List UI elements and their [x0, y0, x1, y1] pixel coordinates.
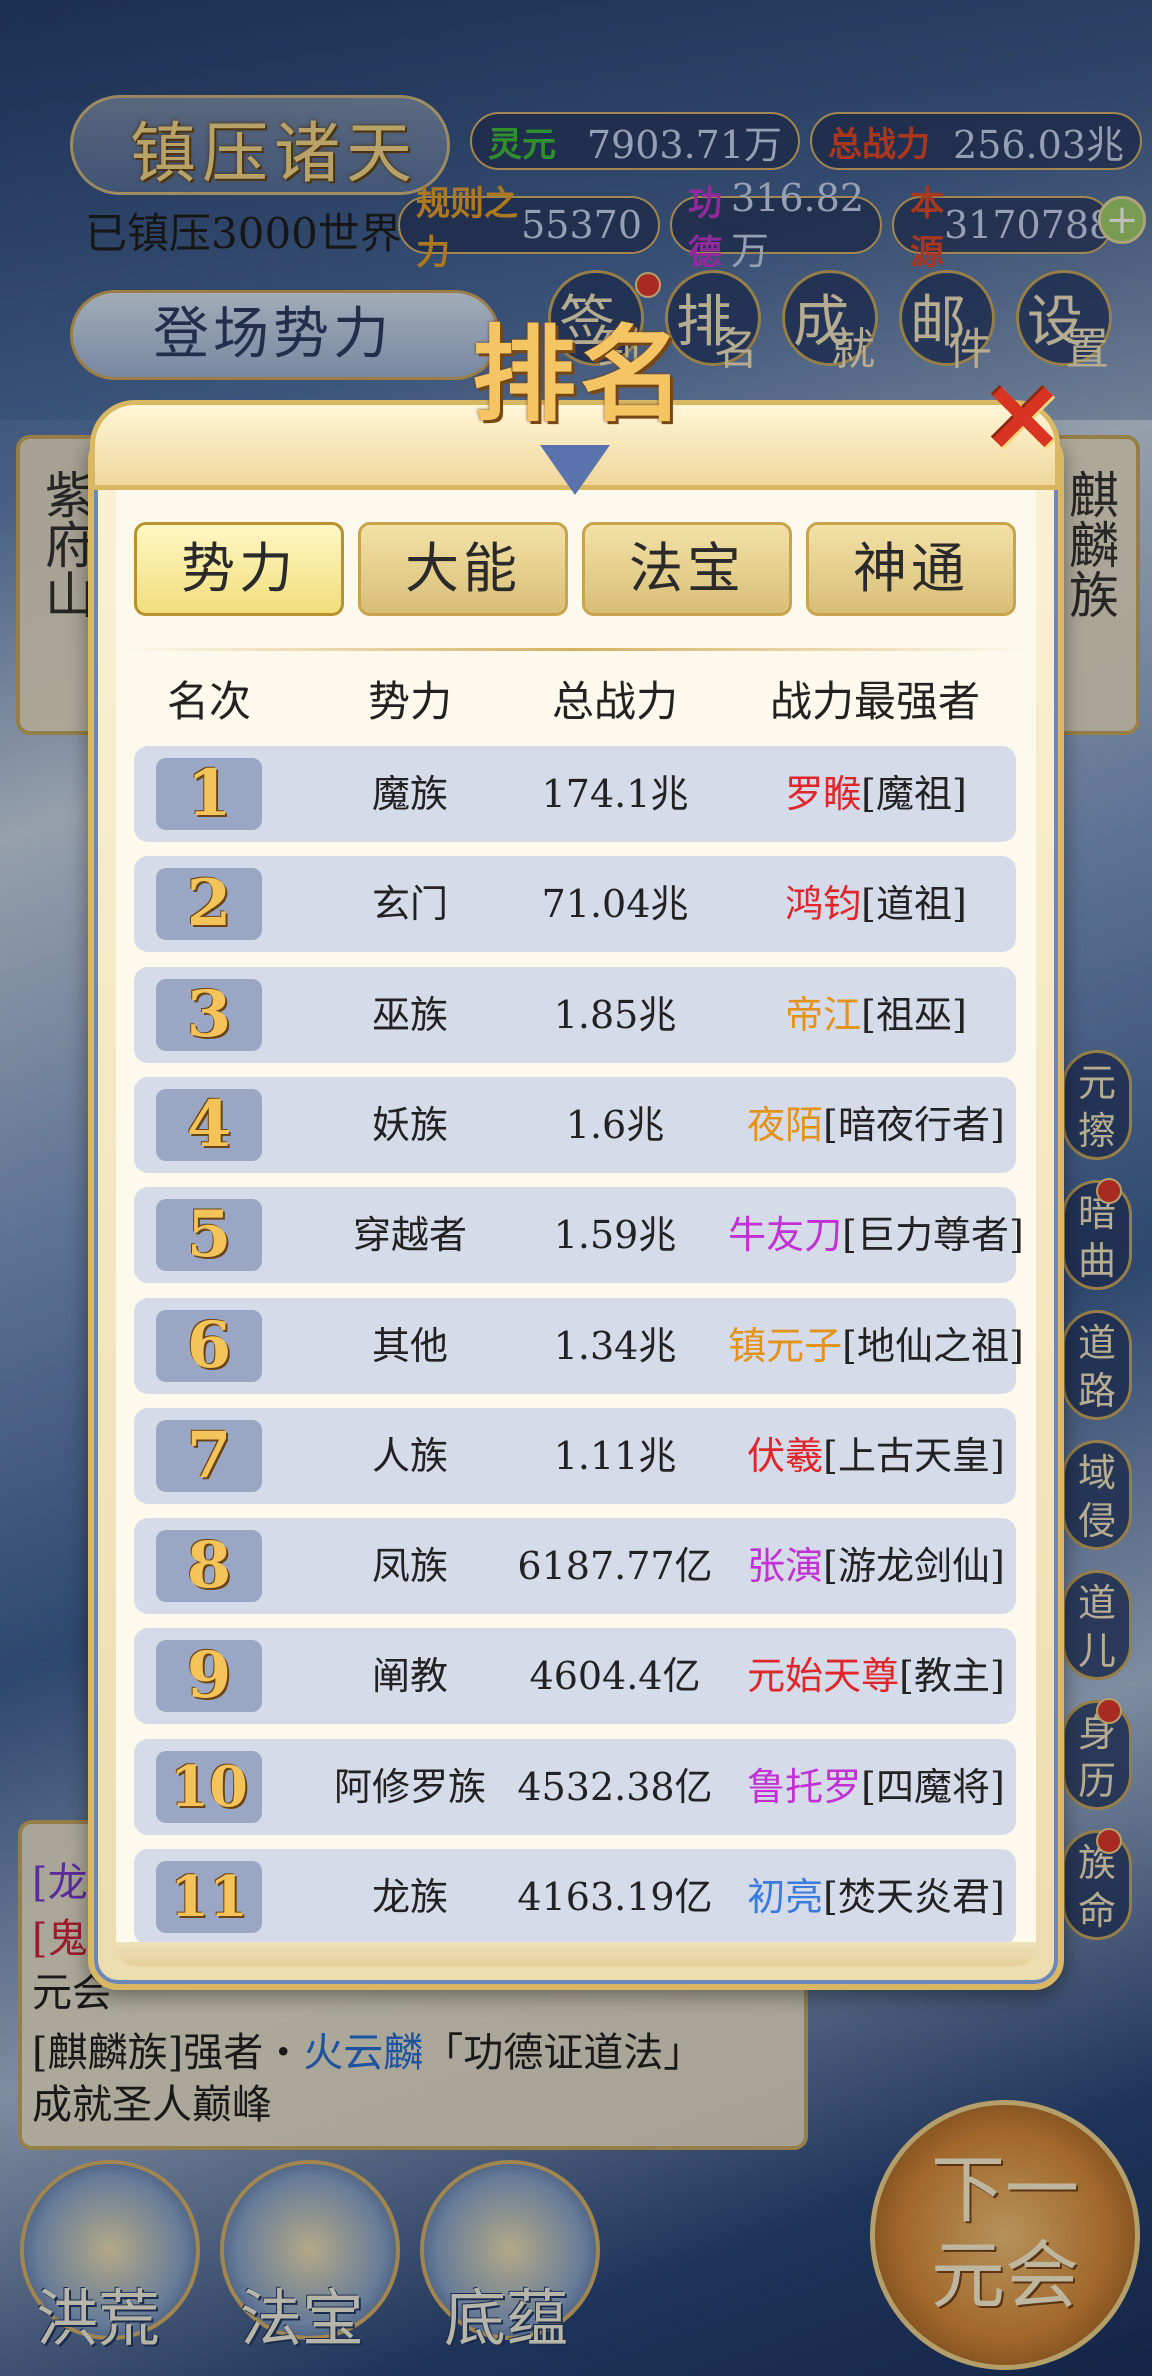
close-icon[interactable]: ✕ — [978, 371, 1068, 468]
power-cell: 71.04兆 — [541, 882, 689, 926]
rank-badge: 3 — [156, 979, 262, 1051]
strongest-title: [地仙之祖] — [842, 1324, 1024, 1368]
strongest-cell: 张演[游龙剑仙] — [728, 1518, 1024, 1614]
strongest-cell: 帝江[祖巫] — [728, 967, 1024, 1063]
strongest-title: [祖巫] — [861, 993, 967, 1037]
rank-badge: 10 — [156, 1751, 262, 1823]
faction-cell: 阐教 — [371, 1654, 448, 1698]
strongest-name[interactable]: 牛友刀 — [728, 1213, 842, 1257]
faction-cell: 凤族 — [371, 1544, 448, 1588]
rank-badge: 4 — [156, 1089, 262, 1161]
power-cell: 174.1兆 — [541, 772, 689, 816]
strongest-title: [魔祖] — [861, 772, 967, 816]
tab-faction[interactable]: 势力 — [134, 522, 344, 616]
strongest-name[interactable]: 帝江 — [785, 993, 861, 1037]
strongest-title: [焚天炎君] — [823, 1875, 1005, 1919]
strongest-cell: 初亮[焚天炎君] — [728, 1849, 1024, 1945]
power-cell: 4604.4亿 — [529, 1654, 701, 1698]
strongest-name[interactable]: 伏羲 — [747, 1434, 823, 1478]
faction-cell: 巫族 — [371, 993, 448, 1037]
strongest-name[interactable]: 镇元子 — [728, 1324, 842, 1368]
header-total-power: 总战力 — [551, 677, 678, 726]
tab-great-power[interactable]: 大能 — [358, 522, 568, 616]
strongest-title: [上古天皇] — [823, 1434, 1005, 1478]
power-cell: 1.85兆 — [553, 993, 677, 1037]
rank-badge: 11 — [156, 1861, 262, 1933]
rank-badge: 2 — [156, 868, 262, 940]
strongest-cell: 牛友刀[巨力尊者] — [728, 1187, 1024, 1283]
strongest-cell: 镇元子[地仙之祖] — [728, 1298, 1024, 1394]
strongest-name[interactable]: 夜陌 — [747, 1103, 823, 1147]
rank-badge: 7 — [156, 1420, 262, 1492]
rank-badge: 6 — [156, 1310, 262, 1382]
faction-cell: 阿修罗族 — [333, 1765, 486, 1809]
rank-badge: 8 — [156, 1530, 262, 1602]
strongest-title: [暗夜行者] — [823, 1103, 1005, 1147]
strongest-title: [道祖] — [861, 882, 967, 926]
faction-cell: 穿越者 — [352, 1213, 467, 1257]
strongest-name[interactable]: 元始天尊 — [747, 1654, 899, 1698]
strongest-name[interactable]: 罗睺 — [785, 772, 861, 816]
strongest-cell: 夜陌[暗夜行者] — [728, 1077, 1024, 1173]
strongest-cell: 伏羲[上古天皇] — [728, 1408, 1024, 1504]
strongest-title: [教主] — [899, 1654, 1005, 1698]
header-strongest: 战力最强者 — [769, 677, 980, 726]
strongest-cell: 鸿钧[道祖] — [728, 856, 1024, 952]
power-cell: 6187.77亿 — [517, 1544, 713, 1588]
strongest-name[interactable]: 张演 — [747, 1544, 823, 1588]
power-cell: 4532.38亿 — [517, 1765, 713, 1809]
modal-bottom-ornament — [116, 1942, 1036, 1966]
rank-badge: 5 — [156, 1199, 262, 1271]
rank-badge: 1 — [156, 758, 262, 830]
tab-treasure[interactable]: 法宝 — [582, 522, 792, 616]
divider — [116, 648, 1036, 651]
strongest-cell: 元始天尊[教主] — [728, 1628, 1024, 1724]
strongest-cell: 鲁托罗[四魔将] — [728, 1739, 1024, 1835]
faction-cell: 玄门 — [371, 882, 448, 926]
faction-cell: 魔族 — [371, 772, 448, 816]
faction-cell: 妖族 — [371, 1103, 448, 1147]
strongest-title: [巨力尊者] — [842, 1213, 1024, 1257]
header-rank: 名次 — [166, 677, 251, 726]
modal-title: 排名 — [471, 313, 688, 436]
faction-cell: 龙族 — [371, 1875, 448, 1919]
power-cell: 4163.19亿 — [517, 1875, 713, 1919]
rank-badge: 9 — [156, 1640, 262, 1712]
power-cell: 1.11兆 — [553, 1434, 677, 1478]
strongest-name[interactable]: 鸿钧 — [785, 882, 861, 926]
faction-cell: 其他 — [371, 1324, 448, 1368]
power-cell: 1.34兆 — [553, 1324, 677, 1368]
tab-divine-art[interactable]: 神通 — [806, 522, 1016, 616]
power-cell: 1.59兆 — [553, 1213, 677, 1257]
header-faction: 势力 — [367, 677, 452, 726]
strongest-title: [四魔将] — [861, 1765, 1005, 1809]
strongest-title: [游龙剑仙] — [823, 1544, 1005, 1588]
faction-cell: 人族 — [371, 1434, 448, 1478]
strongest-name[interactable]: 初亮 — [747, 1875, 823, 1919]
power-cell: 1.6兆 — [565, 1103, 665, 1147]
strongest-cell: 罗睺[魔祖] — [728, 746, 1024, 842]
strongest-name[interactable]: 鲁托罗 — [747, 1765, 861, 1809]
